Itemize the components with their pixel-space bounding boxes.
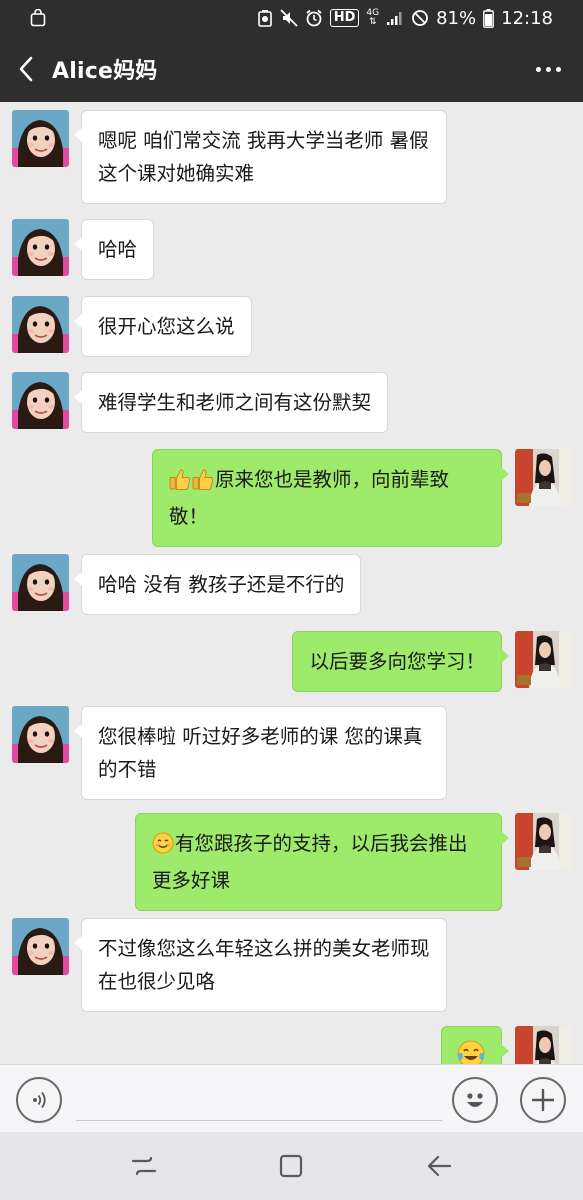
hd-badge: HD [329,9,360,27]
voice-input-button[interactable] [16,1077,62,1123]
incoming-message-bubble[interactable]: 哈哈 [73,219,155,280]
message-list[interactable]: 嗯呢 咱们常交流 我再大学当老师 暑假这个课对她确实难 哈哈 很开心您这么说 难… [0,102,583,1064]
contact-avatar[interactable] [12,219,69,276]
recycle-icon [257,9,273,27]
incoming-message-bubble[interactable]: 嗯呢 咱们常交流 我再大学当老师 暑假这个课对她确实难 [74,110,447,204]
mute-icon [280,9,298,27]
my-avatar[interactable] [515,449,572,506]
tears-of-joy-emoji-icon [456,1039,486,1064]
outgoing-message-bubble[interactable]: 原来您也是教师，向前辈致敬！ [152,449,509,547]
message-text: 难得学生和老师之间有这份默契 [98,391,372,414]
chat-title: Alice妈妈 [52,59,158,84]
dot-icon [536,66,541,72]
signal-icon [386,10,404,26]
home-button[interactable] [261,1136,321,1196]
contact-avatar[interactable] [12,554,69,611]
message-text: 不过像您这么年轻这么拼的美女老师现在也很少见咯 [98,937,430,993]
my-avatar[interactable] [515,631,572,688]
battery-icon [483,8,495,28]
clock: 12:18 [501,7,553,29]
voice-icon [33,1091,46,1109]
message-text: 哈哈 没有 教孩子还是不行的 [98,573,345,596]
blocked-icon [411,9,429,27]
emoji-button[interactable] [452,1077,498,1123]
recent-apps-button[interactable] [114,1136,174,1196]
back-button[interactable] [0,36,52,102]
system-nav-bar [0,1132,583,1200]
alarm-icon [305,9,323,27]
message-text: 嗯呢 咱们常交流 我再大学当老师 暑假这个课对她确实难 [98,129,429,185]
back-arrow-icon [428,1155,452,1177]
contact-avatar[interactable] [12,706,69,763]
incoming-message-bubble[interactable]: 很开心您这么说 [74,296,252,357]
incoming-message-bubble[interactable]: 哈哈 没有 教孩子还是不行的 [73,554,362,615]
smile-emoji-icon [152,831,174,864]
contact-avatar[interactable] [12,296,69,353]
contact-avatar[interactable] [12,918,69,975]
thumbs-up-icon [192,467,214,500]
message-text: 很开心您这么说 [98,315,235,338]
chat-header: Alice妈妈 [0,36,583,102]
outgoing-message-bubble[interactable] [441,1026,509,1064]
incoming-message-bubble[interactable]: 不过像您这么年轻这么拼的美女老师现在也很少见咯 [74,918,447,1012]
smiley-icon [467,1093,483,1107]
battery-percent: 81% [436,7,477,29]
dot-icon [546,66,551,72]
chevron-left-icon [19,56,33,82]
network-type: 4G ⇅ [366,9,379,27]
data-arrows-icon: ⇅ [368,17,377,27]
message-text: 您很棒啦 听过好多老师的课 您的课真的不错 [98,725,423,781]
back-nav-button[interactable] [409,1136,469,1196]
home-icon [280,1154,303,1178]
add-attachment-button[interactable] [520,1077,566,1123]
message-input[interactable] [76,1077,442,1121]
status-bar: HD 4G ⇅ 81% 12:18 [0,0,583,36]
plus-icon [532,1089,554,1111]
contact-avatar[interactable] [12,110,69,167]
incoming-message-bubble[interactable]: 难得学生和老师之间有这份默契 [73,372,389,433]
recent-apps-icon [131,1156,156,1176]
message-text: 哈哈 [98,238,138,261]
thumbs-up-icon [169,467,191,500]
outgoing-message-bubble[interactable]: 有您跟孩子的支持，以后我会推出更多好课 [135,813,509,911]
more-options-button[interactable] [536,36,561,102]
shopping-bag-icon [30,9,46,27]
input-bar [0,1064,583,1132]
message-text: 有您跟孩子的支持，以后我会推出更多好课 [152,832,468,892]
my-avatar[interactable] [515,813,572,870]
outgoing-message-bubble[interactable]: 以后要多向您学习！ [292,631,509,692]
message-text: 以后要多向您学习！ [309,650,485,673]
my-avatar[interactable] [515,1026,572,1064]
contact-avatar[interactable] [12,372,69,429]
dot-icon [556,66,561,72]
incoming-message-bubble[interactable]: 您很棒啦 听过好多老师的课 您的课真的不错 [74,706,447,800]
